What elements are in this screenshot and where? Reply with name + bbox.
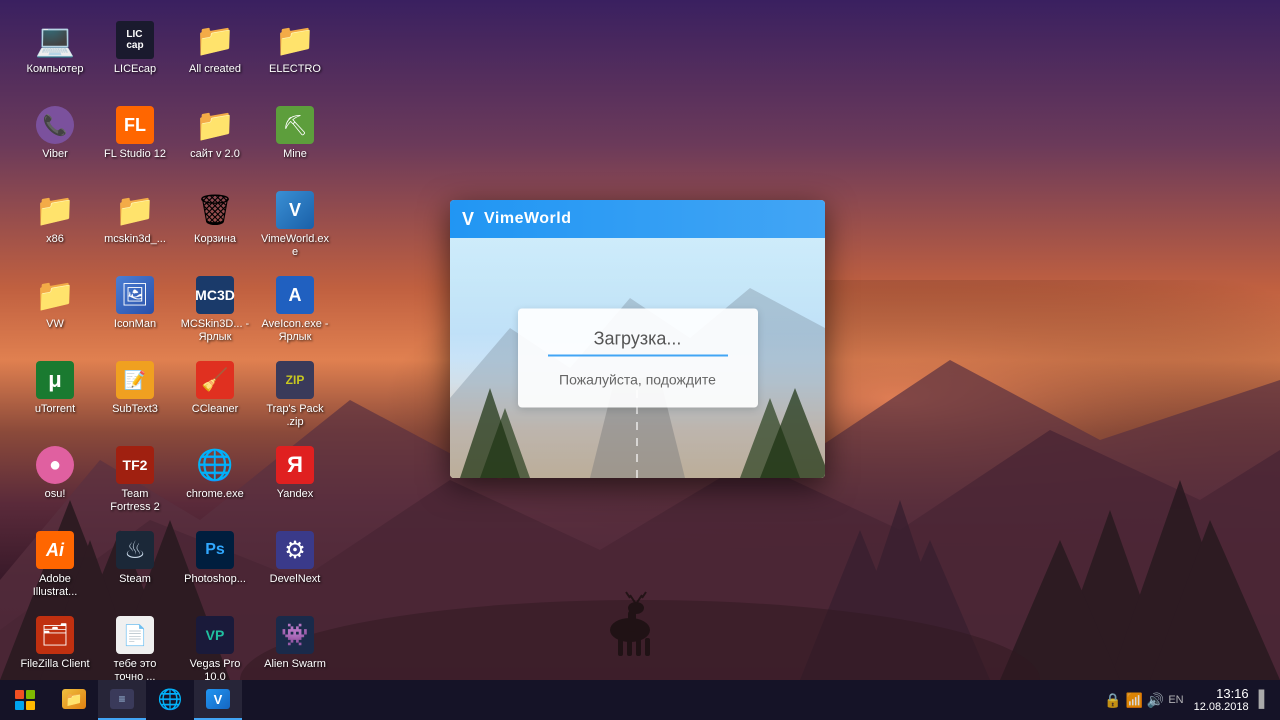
icon-fl-studio[interactable]: FL FL Studio 12 [95, 100, 175, 185]
icon-label-aveicon-link: AveIcon.exe - Ярлык [260, 318, 330, 344]
icon-label-korzina: Корзина [194, 233, 236, 246]
icon-label-yandex: Yandex [277, 488, 314, 501]
icon-label-site: сайт v 2.0 [190, 148, 240, 161]
icon-steam[interactable]: ♨ Steam [95, 525, 175, 610]
icon-x86[interactable]: 📁 x86 [15, 185, 95, 270]
icon-all-created[interactable]: 📁 All created [175, 15, 255, 100]
vimeworld-title-icon: V [462, 209, 474, 230]
icon-label-develnext: DevelNext [270, 573, 321, 586]
icon-licecap[interactable]: LICcap LICEcap [95, 15, 175, 100]
icon-osu[interactable]: ● osu! [15, 440, 95, 525]
taskbar-explorer-icon: 📁 [62, 689, 86, 709]
icon-ccleaner[interactable]: 🧹 CCleaner [175, 355, 255, 440]
icon-yandex[interactable]: Я Yandex [255, 440, 335, 525]
icon-label-all-created: All created [189, 63, 241, 76]
icon-label-iconman: IconMan [114, 318, 156, 331]
icon-utorrent[interactable]: μ uTorrent [15, 355, 95, 440]
icon-site[interactable]: 📁 сайт v 2.0 [175, 100, 255, 185]
icon-label-ccleaner: CCleaner [192, 403, 238, 416]
icon-aveicon-link[interactable]: A AveIcon.exe - Ярлык [255, 270, 335, 355]
icon-label-computer: Компьютер [27, 63, 84, 76]
icon-photoshop[interactable]: Ps Photoshop... [175, 525, 255, 610]
icon-label-team-fortress: Team Fortress 2 [100, 488, 170, 514]
taskbar-app-vimeworld[interactable]: V [194, 680, 242, 720]
tray-lock-icon: 🔒 [1104, 692, 1121, 709]
icon-viber[interactable]: 📞 Viber [15, 100, 95, 185]
icon-mcskin3d-link[interactable]: MC3D MCSkin3D... - Ярлык [175, 270, 255, 355]
icon-subtext3[interactable]: 📝 SubText3 [95, 355, 175, 440]
taskbar-taskmgr-icon: ≡ [110, 689, 134, 709]
icon-label-mcskin3d-link: MCSkin3D... - Ярлык [180, 318, 250, 344]
loading-text: Загрузка... [548, 329, 728, 357]
taskbar-vimeworld-icon: V [206, 689, 230, 709]
taskbar-app-taskmgr[interactable]: ≡ [98, 680, 146, 720]
icon-label-viber: Viber [42, 148, 67, 161]
taskbar: 📁 ≡ 🌐 V 🔒 📶 🔊 EN [0, 680, 1280, 720]
icon-mcskin3d[interactable]: 📁 mcskin3d_... [95, 185, 175, 270]
please-wait-text: Пожалуйста, подождите [548, 372, 728, 388]
taskbar-chrome-icon: 🌐 [158, 687, 183, 712]
clock-time: 13:16 [1216, 686, 1249, 702]
icon-label-fl-studio: FL Studio 12 [104, 148, 166, 161]
icon-adobe-ai[interactable]: Ai Adobe Illustrat... [15, 525, 95, 610]
icon-label-x86: x86 [46, 233, 64, 246]
icon-electro[interactable]: 📁 ELECTRO [255, 15, 335, 100]
icon-label-alien-swarm: Alien Swarm [264, 658, 326, 671]
icon-label-steam: Steam [119, 573, 151, 586]
icon-label-filezilla: FileZilla Client [20, 658, 89, 671]
icon-korzina[interactable]: 🗑 Корзина [175, 185, 255, 270]
clock-area[interactable]: 13:16 12.08.2018 [1190, 686, 1253, 715]
icon-label-adobe-ai: Adobe Illustrat... [20, 573, 90, 599]
icon-label-licecap: LICEcap [114, 63, 156, 76]
icon-label-electro: ELECTRO [269, 63, 321, 76]
tray-icons: 🔒 📶 🔊 EN [1104, 692, 1184, 709]
icon-label-osu: osu! [45, 488, 66, 501]
icon-label-mine: Mine [283, 148, 307, 161]
icon-label-mcskin3d: mcskin3d_... [104, 233, 166, 246]
icon-label-chrome: chrome.exe [186, 488, 243, 501]
windows-logo-icon [15, 690, 35, 710]
dialog-content-box: Загрузка... Пожалуйста, подождите [518, 309, 758, 408]
icon-team-fortress[interactable]: TF2 Team Fortress 2 [95, 440, 175, 525]
icon-trap-pack[interactable]: ZIP Trap's Pack .zip [255, 355, 335, 440]
icon-label-subtext3: SubText3 [112, 403, 158, 416]
icon-label-vw: VW [46, 318, 64, 331]
vimeworld-dialog[interactable]: V VimeWorld [450, 200, 825, 478]
icon-mine[interactable]: ⛏ Mine [255, 100, 335, 185]
icon-develnext[interactable]: ⚙ DevelNext [255, 525, 335, 610]
icon-label-vimeworld: VimeWorld.exe [260, 233, 330, 259]
clock-date: 12.08.2018 [1194, 701, 1249, 714]
icon-chrome[interactable]: 🌐 chrome.exe [175, 440, 255, 525]
icon-vimeworld[interactable]: V VimeWorld.exe [255, 185, 335, 270]
icon-computer[interactable]: 💻 Компьютер [15, 15, 95, 100]
icon-label-trap-pack: Trap's Pack .zip [260, 403, 330, 429]
icon-label-utorrent: uTorrent [35, 403, 75, 416]
taskbar-app-explorer[interactable]: 📁 [50, 680, 98, 720]
dialog-title: VimeWorld [484, 210, 571, 228]
dialog-titlebar: V VimeWorld [450, 200, 825, 238]
icon-label-photoshop: Photoshop... [184, 573, 246, 586]
tray-sound-icon: 🔊 [1147, 692, 1164, 709]
tray-keyboard-icon: EN [1168, 694, 1183, 706]
taskbar-app-chrome[interactable]: 🌐 [146, 680, 194, 720]
taskbar-system-tray: 🔒 📶 🔊 EN 13:16 12.08.2018 ▌ [1094, 686, 1280, 715]
icon-iconman[interactable]: 🖼 IconMan [95, 270, 175, 355]
start-button[interactable] [0, 680, 50, 720]
show-desktop-button[interactable]: ▌ [1259, 691, 1270, 709]
tray-network-icon: 📶 [1125, 692, 1142, 709]
taskbar-apps: 📁 ≡ 🌐 V [50, 680, 1094, 720]
icon-vw[interactable]: 📁 VW [15, 270, 95, 355]
dialog-body: Загрузка... Пожалуйста, подождите [450, 238, 825, 478]
